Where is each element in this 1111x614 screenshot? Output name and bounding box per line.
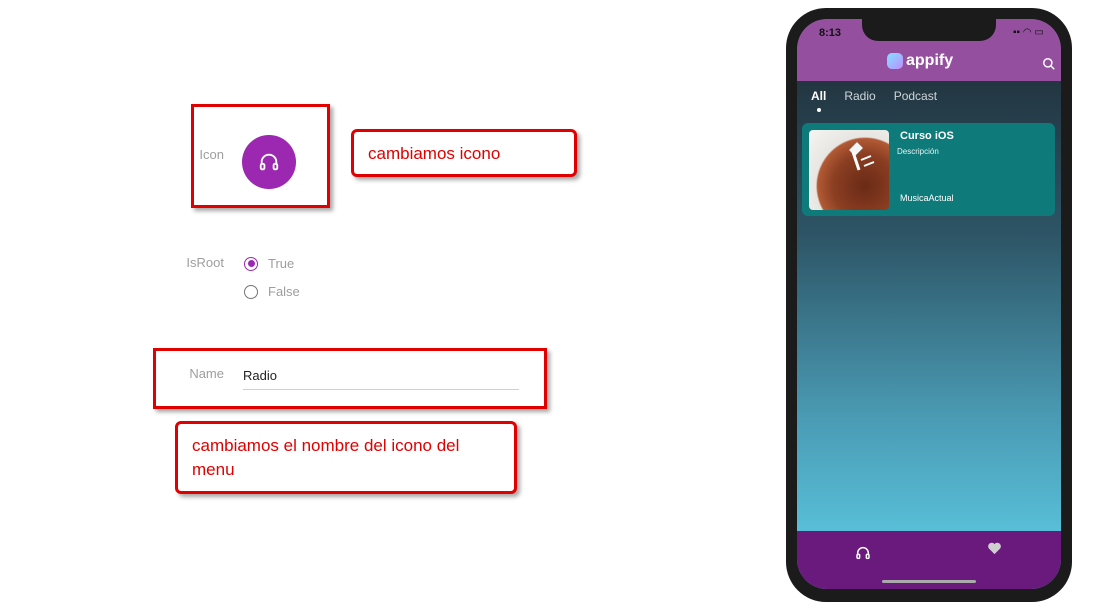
- search-icon: [1043, 58, 1055, 70]
- wifi-icon: ◠: [1022, 27, 1032, 38]
- phone-screen: 8:13 ▪▪ ◠ ▭ appify All Radio Podcast Cur…: [797, 19, 1061, 589]
- icon-picker-button[interactable]: [242, 135, 296, 189]
- status-icons: ▪▪ ◠ ▭: [1013, 27, 1044, 38]
- card-artist: MusicaActual: [900, 193, 954, 203]
- icon-label: Icon: [199, 147, 224, 162]
- tab-podcast[interactable]: Podcast: [894, 89, 937, 103]
- home-indicator[interactable]: [882, 580, 976, 583]
- nav-favorites-button[interactable]: [987, 541, 1002, 561]
- name-label: Name: [189, 366, 224, 381]
- tab-radio[interactable]: Radio: [844, 89, 875, 103]
- tab-bar: All Radio Podcast: [811, 89, 937, 112]
- nav-radio-button[interactable]: [855, 545, 871, 566]
- callout-name: cambiamos el nombre del icono del menu: [175, 421, 517, 494]
- headphones-icon: [856, 547, 870, 560]
- name-input[interactable]: [243, 366, 519, 390]
- signal-icon: ▪▪: [1013, 27, 1021, 38]
- radio-false[interactable]: [244, 284, 258, 299]
- radio-false-label: False: [268, 284, 300, 299]
- app-logo: appify: [887, 52, 953, 70]
- search-button[interactable]: [1042, 57, 1056, 76]
- callout-icon: cambiamos icono: [351, 129, 577, 177]
- radio-option-false[interactable]: False: [244, 284, 300, 299]
- heart-icon: [988, 542, 1001, 555]
- content-card[interactable]: Curso iOS Descripción MusicaActual: [802, 123, 1055, 216]
- card-title: Curso iOS: [900, 130, 954, 142]
- card-thumbnail: [809, 130, 889, 210]
- football-image: [848, 141, 875, 171]
- radio-option-true[interactable]: True: [244, 256, 294, 271]
- tab-all[interactable]: All: [811, 89, 826, 112]
- card-description: Descripción: [897, 147, 939, 156]
- app-name: appify: [906, 52, 954, 69]
- phone-notch: [862, 19, 996, 41]
- radio-true[interactable]: [244, 256, 258, 271]
- isroot-label: IsRoot: [186, 255, 224, 270]
- headphones-icon: [259, 153, 279, 171]
- radio-true-label: True: [268, 256, 295, 271]
- app-logo-mark: [887, 53, 903, 69]
- battery-icon: ▭: [1034, 27, 1044, 38]
- status-time: 8:13: [819, 27, 842, 39]
